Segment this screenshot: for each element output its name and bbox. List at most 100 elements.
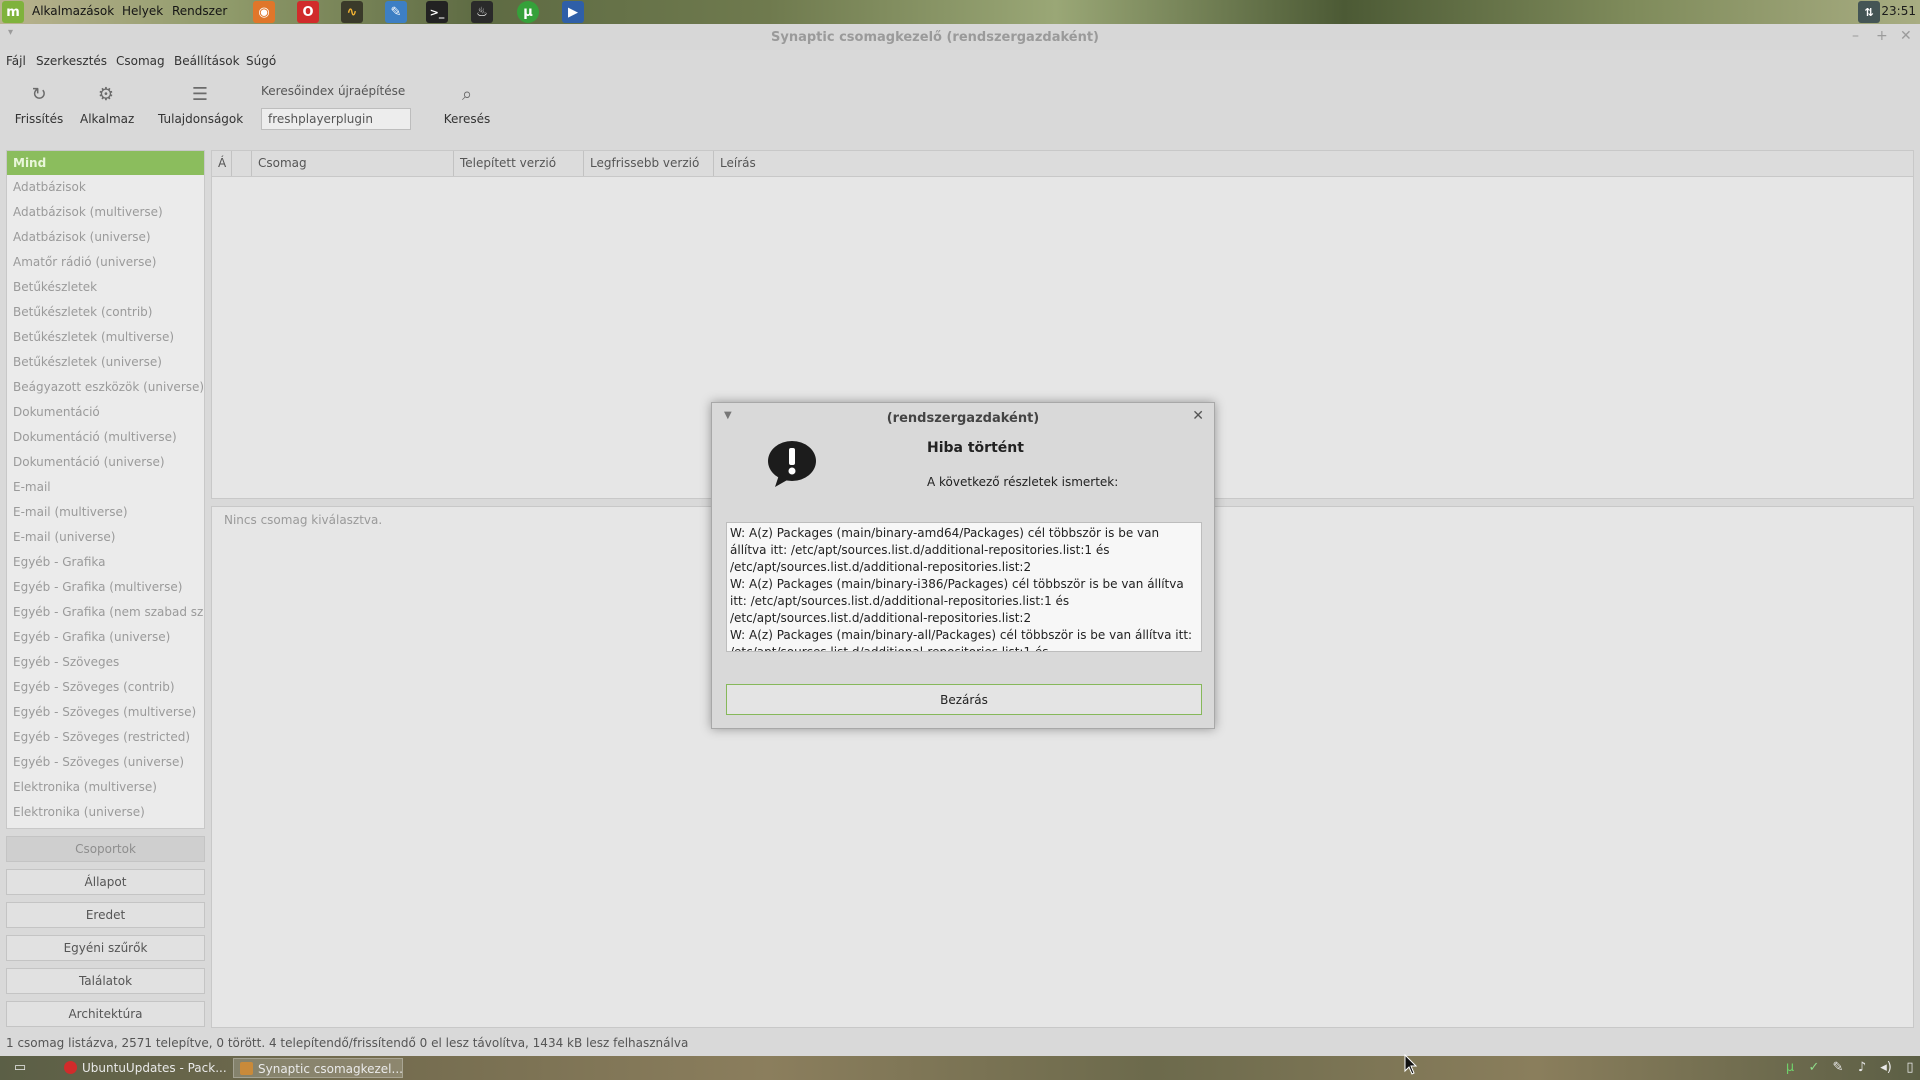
section-item[interactable]: E-mail (universe) (7, 525, 204, 550)
taskbar-item-ubuntuupdates[interactable]: UbuntuUpdates - Pack... (58, 1058, 227, 1078)
volume-icon[interactable]: ◂) (1878, 1060, 1894, 1076)
section-item[interactable]: Betűkészletek (multiverse) (7, 325, 204, 350)
bottom-panel: ▭ UbuntuUpdates - Pack... Synaptic csoma… (0, 1056, 1920, 1080)
section-item[interactable]: Betűkészletek (7, 275, 204, 300)
properties-icon: ☰ (191, 84, 209, 105)
section-item[interactable]: Egyéb - Grafika (universe) (7, 625, 204, 650)
column-status[interactable]: Á (212, 151, 232, 176)
apply-button[interactable]: ⚙ Alkalmaz (80, 84, 135, 126)
section-item[interactable]: Beágyazott eszközök (universe) (7, 375, 204, 400)
search-button[interactable]: ⌕ Keresés (442, 84, 492, 126)
minimize-button[interactable]: – (1852, 28, 1859, 44)
utorrent-tray-icon[interactable]: µ (1782, 1060, 1798, 1076)
dialog-close-icon[interactable]: ✕ (1192, 408, 1204, 424)
menu-file[interactable]: Fájl (6, 54, 26, 68)
refresh-icon: ↻ (31, 84, 47, 105)
window-title: Synaptic csomagkezelő (rendszergazdaként… (771, 30, 1099, 45)
panel-menu-places[interactable]: Helyek (122, 4, 163, 18)
error-icon (768, 441, 816, 487)
filter-button-search-results[interactable]: Találatok (6, 968, 205, 994)
section-item[interactable]: Egyéb - Szöveges (restricted) (7, 725, 204, 750)
gear-icon: ⚙ (97, 84, 115, 105)
filter-button-origin[interactable]: Eredet (6, 902, 205, 928)
menubar: Fájl Szerkesztés Csomag Beállítások Súgó (0, 50, 1920, 72)
section-item[interactable]: E-mail (7, 475, 204, 500)
refresh-button[interactable]: ↻ Frissítés (14, 84, 64, 126)
media-player-icon[interactable]: ▶ (562, 1, 584, 23)
section-item[interactable]: Adatbázisok (7, 175, 204, 200)
utorrent-icon[interactable]: µ (517, 1, 539, 23)
section-item[interactable]: Dokumentáció (multiverse) (7, 425, 204, 450)
column-installed-version[interactable]: Telepített verzió (454, 151, 584, 176)
mint-menu-icon[interactable]: m (2, 1, 24, 23)
filter-button-architecture[interactable]: Architektúra (6, 1001, 205, 1027)
column-package[interactable]: Csomag (252, 151, 454, 176)
steam-icon[interactable]: ♨ (471, 1, 493, 23)
tool-tray-icon[interactable]: ✎ (1830, 1060, 1846, 1076)
terminal-icon[interactable]: >_ (426, 1, 448, 23)
panel-menu-applications[interactable]: Alkalmazások (32, 4, 114, 18)
column-description[interactable]: Leírás (714, 151, 1913, 176)
update-manager-shield-icon[interactable]: ✓ (1806, 1060, 1822, 1076)
maximize-button[interactable]: + (1876, 28, 1888, 44)
section-item[interactable]: Amatőr rádió (universe) (7, 250, 204, 275)
close-button[interactable]: Bezárás (726, 684, 1202, 715)
battery-icon[interactable]: ▯ (1902, 1060, 1918, 1076)
system-monitor-icon[interactable]: ∿ (341, 1, 363, 23)
section-item[interactable]: Elektronika (multiverse) (7, 775, 204, 800)
section-item[interactable]: Adatbázisok (universe) (7, 225, 204, 250)
section-item[interactable]: Elektronika (universe) (7, 800, 204, 825)
section-item[interactable]: E-mail (multiverse) (7, 500, 204, 525)
section-item-selected[interactable]: Mind (7, 151, 204, 175)
section-item[interactable]: Adatbázisok (multiverse) (7, 200, 204, 225)
microphone-icon[interactable]: ♪ (1854, 1060, 1870, 1076)
section-item[interactable]: Egyéb - Grafika (multiverse) (7, 575, 204, 600)
error-details-text[interactable]: W: A(z) Packages (main/binary-amd64/Pack… (726, 522, 1202, 652)
package-list-header: Á Csomag Telepített verzió Legfrissebb v… (212, 151, 1913, 177)
clock[interactable]: 23:51 (1881, 4, 1916, 18)
close-window-button[interactable]: ✕ (1900, 28, 1912, 44)
section-item[interactable]: Dokumentáció (7, 400, 204, 425)
quick-filter-input[interactable] (261, 108, 411, 130)
window-titlebar: ▾ Synaptic csomagkezelő (rendszergazdaké… (0, 24, 1920, 50)
network-status-icon[interactable]: ⇅ (1858, 1, 1880, 23)
filter-button-status[interactable]: Állapot (6, 869, 205, 895)
no-package-selected-text: Nincs csomag kiválasztva. (224, 513, 383, 527)
dialog-heading: Hiba történt (927, 440, 1024, 456)
opera-icon (64, 1061, 77, 1074)
error-line: W: A(z) Packages (main/binary-all/Packag… (730, 628, 1193, 652)
taskbar-item-label: Synaptic csomagkezel... (258, 1062, 403, 1076)
menu-edit[interactable]: Szerkesztés (36, 54, 107, 68)
refresh-label: Frissítés (14, 112, 64, 126)
top-panel: m Alkalmazások Helyek Rendszer ◉ O ∿ ✎ >… (0, 0, 1920, 24)
column-latest-version[interactable]: Legfrissebb verzió (584, 151, 714, 176)
section-item[interactable]: Dokumentáció (universe) (7, 450, 204, 475)
menu-package[interactable]: Csomag (116, 54, 165, 68)
properties-button[interactable]: ☰ Tulajdonságok (158, 84, 244, 126)
show-desktop-icon[interactable]: ▭ (12, 1060, 28, 1076)
rebuild-search-index-link[interactable]: Keresőindex újraépítése (261, 84, 405, 98)
text-editor-icon[interactable]: ✎ (385, 1, 407, 23)
mouse-cursor-icon (1404, 1054, 1418, 1075)
taskbar-item-synaptic[interactable]: Synaptic csomagkezel... (233, 1058, 403, 1078)
filter-button-custom[interactable]: Egyéni szűrők (6, 935, 205, 961)
properties-label: Tulajdonságok (158, 112, 244, 126)
section-item[interactable]: Egyéb - Grafika (7, 550, 204, 575)
section-item[interactable]: Betűkészletek (contrib) (7, 300, 204, 325)
section-item[interactable]: Egyéb - Szöveges (universe) (7, 750, 204, 775)
section-list: Mind Adatbázisok Adatbázisok (multiverse… (6, 150, 205, 829)
menu-settings[interactable]: Beállítások (174, 54, 240, 68)
section-item[interactable]: Egyéb - Grafika (nem szabad szoftver) (7, 600, 204, 625)
firefox-icon[interactable]: ◉ (253, 1, 275, 23)
menu-help[interactable]: Súgó (246, 54, 276, 68)
section-item[interactable]: Egyéb - Szöveges (multiverse) (7, 700, 204, 725)
opera-icon[interactable]: O (297, 1, 319, 23)
section-item[interactable]: Egyéb - Szöveges (contrib) (7, 675, 204, 700)
apply-label: Alkalmaz (80, 112, 135, 126)
toolbar: ↻ Frissítés ⚙ Alkalmaz ☰ Tulajdonságok K… (0, 72, 1920, 148)
filter-button-groups[interactable]: Csoportok (6, 836, 205, 862)
section-item[interactable]: Egyéb - Szöveges (7, 650, 204, 675)
section-item[interactable]: Betűkészletek (universe) (7, 350, 204, 375)
column-support[interactable] (232, 151, 252, 176)
panel-menu-system[interactable]: Rendszer (172, 4, 227, 18)
